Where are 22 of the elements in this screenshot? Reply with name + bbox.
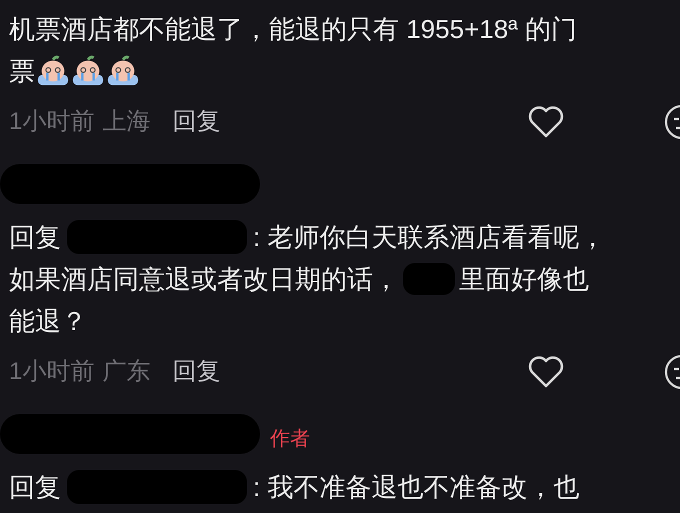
comment-text: : 老师你白天联系酒店看看呢， (253, 220, 606, 254)
comment-text: 里面好像也 (459, 262, 589, 296)
comment-location: 广东 (102, 357, 150, 387)
comment-text: 票 (9, 54, 35, 88)
comment-text: 回复 (9, 220, 61, 254)
heart-icon[interactable] (528, 105, 564, 139)
comment-text: 如果酒店同意退或者改日期的话， (9, 262, 399, 296)
comment-text: 机票酒店都不能退了，能退的只有 1955+18ª 的门 (9, 12, 578, 46)
redaction-mark (403, 263, 455, 295)
comment-location: 上海 (102, 107, 150, 137)
comment-time: 1小时前 (9, 107, 94, 137)
author-label: 作者 (270, 427, 310, 452)
reply-button[interactable]: 回复 (172, 104, 220, 140)
crying-emoji-icon (71, 54, 105, 88)
comment-time: 1小时前 (9, 357, 94, 387)
heart-icon[interactable] (528, 355, 564, 389)
comment-text: : 我不准备退也不准备改，也 (253, 470, 580, 504)
comment-text: 回复 (9, 470, 61, 504)
crying-emoji-icon (36, 54, 70, 88)
comment-text: 能退？ (9, 304, 87, 338)
reply-button[interactable]: 回复 (172, 354, 220, 390)
crying-emoji-icon (106, 54, 140, 88)
